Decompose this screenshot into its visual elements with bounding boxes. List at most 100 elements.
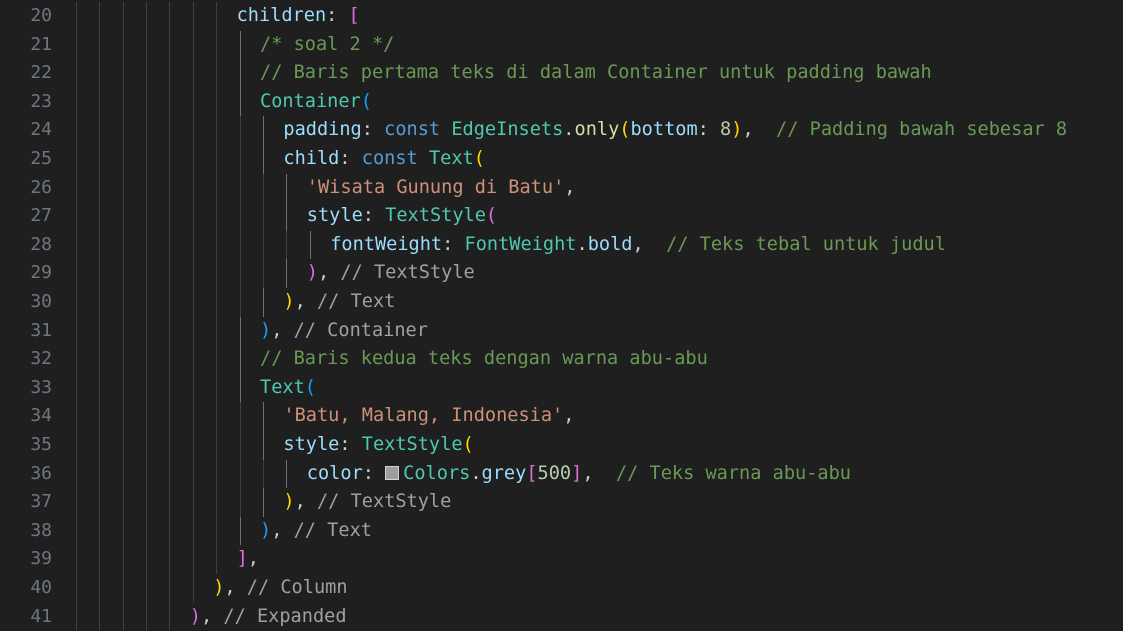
code-line[interactable]: 27 style: TextStyle( bbox=[0, 202, 1123, 231]
code-token: , bbox=[582, 462, 616, 484]
indent-guide bbox=[122, 373, 124, 403]
code-text: style: TextStyle( bbox=[307, 202, 497, 231]
indent-guide bbox=[169, 602, 171, 631]
indent-guide bbox=[169, 488, 171, 517]
indent-guide bbox=[286, 230, 288, 260]
line-number: 27 bbox=[30, 205, 52, 227]
indent-guide bbox=[216, 173, 218, 203]
code-token: bold bbox=[587, 233, 633, 255]
indent-guide bbox=[216, 116, 218, 145]
code-token: : bbox=[362, 462, 386, 484]
code-editor[interactable]: 20 children: [21/* soal 2 */22// Baris pe… bbox=[0, 0, 1123, 631]
indent-guide bbox=[122, 2, 124, 31]
indent-guide bbox=[216, 345, 218, 374]
line-number: 34 bbox=[30, 405, 52, 427]
code-token: , bbox=[247, 548, 259, 570]
code-line[interactable]: 30), // Text bbox=[0, 288, 1123, 317]
indent-guide bbox=[75, 2, 77, 31]
code-token: ) bbox=[213, 577, 225, 598]
code-token: Container bbox=[260, 90, 361, 112]
indent-guide bbox=[75, 316, 77, 346]
code-line[interactable]: 35 style: TextStyle( bbox=[0, 431, 1123, 460]
code-line[interactable]: 41), // Expanded bbox=[0, 602, 1123, 631]
code-line[interactable]: 36 color: Colors.grey[500], // Teks warna… bbox=[0, 459, 1123, 489]
line-number: 20 bbox=[30, 5, 52, 26]
indent-guide bbox=[169, 230, 171, 260]
code-line[interactable]: 26 'Wisata Gunung di Batu', bbox=[0, 173, 1123, 203]
indent-guide bbox=[122, 230, 124, 260]
code-token: // Expanded bbox=[223, 605, 347, 627]
code-token: , bbox=[294, 491, 317, 513]
indent-guide bbox=[169, 288, 171, 317]
code-line[interactable]: 25 child: const Text( bbox=[0, 145, 1123, 174]
code-line[interactable]: 21 /* soal 2 */ bbox=[0, 30, 1123, 60]
indent-guide bbox=[99, 202, 101, 231]
indent-guide bbox=[192, 230, 194, 260]
line-number: 23 bbox=[30, 90, 52, 112]
code-token: only bbox=[574, 119, 620, 141]
indent-guide bbox=[216, 59, 218, 88]
code-line[interactable]: 24 padding: const EdgeInsets.only(bottom:… bbox=[0, 116, 1123, 145]
indent-guide bbox=[75, 574, 77, 603]
indent-guide bbox=[263, 402, 264, 431]
code-line[interactable]: 34 'Batu, Malang, Indonesia', bbox=[0, 402, 1123, 431]
indent-guide bbox=[192, 345, 194, 374]
indent-guide bbox=[75, 402, 77, 431]
indent-guide bbox=[192, 145, 194, 174]
indent-guide bbox=[263, 459, 264, 489]
code-line[interactable]: 29), // TextStyle bbox=[0, 259, 1123, 288]
code-token: children bbox=[236, 5, 327, 26]
code-line[interactable]: 33 Text( bbox=[0, 373, 1123, 403]
code-line[interactable]: 40), // Column bbox=[0, 574, 1123, 603]
indent-guide bbox=[216, 2, 218, 31]
code-token: 500 bbox=[537, 462, 572, 484]
code-text: ], bbox=[237, 545, 259, 574]
indent-guide bbox=[122, 459, 124, 489]
indent-guide bbox=[122, 202, 124, 231]
indent-guide bbox=[122, 574, 124, 603]
indent-guide bbox=[216, 288, 218, 317]
code-line[interactable]: 20 children: [ bbox=[0, 2, 1123, 31]
code-token: // Padding bawah sebesar 8 bbox=[776, 119, 1068, 141]
indent-guide bbox=[239, 516, 241, 546]
indent-guide bbox=[216, 202, 218, 231]
indent-guide bbox=[263, 488, 264, 517]
code-line[interactable]: 22 // Baris pertama teks di dalam Contain… bbox=[0, 59, 1123, 88]
code-line[interactable]: 28 fontWeight: FontWeight.bold, // Teks t… bbox=[0, 230, 1123, 260]
indent-guide bbox=[146, 459, 147, 489]
indent-guide bbox=[216, 87, 218, 117]
indent-guide bbox=[99, 59, 101, 88]
indent-guide bbox=[239, 373, 241, 403]
indent-guide bbox=[122, 87, 124, 117]
indent-guide bbox=[169, 116, 171, 145]
indent-guide bbox=[263, 145, 264, 174]
code-line[interactable]: 32 // Baris kedua teks dengan warna abu-a… bbox=[0, 345, 1123, 374]
code-token: const bbox=[361, 148, 418, 169]
indent-guide bbox=[216, 259, 218, 288]
code-text: style: TextStyle( bbox=[283, 431, 473, 460]
line-number: 26 bbox=[30, 176, 52, 198]
code-line[interactable]: 23 Container( bbox=[0, 87, 1123, 117]
indent-guide bbox=[75, 116, 77, 145]
code-line[interactable]: 37), // TextStyle bbox=[0, 488, 1123, 517]
indent-guide bbox=[146, 316, 147, 346]
indent-guide bbox=[286, 202, 288, 231]
code-token: 'Wisata Gunung di Batu' bbox=[306, 176, 565, 198]
code-text: /* soal 2 */ bbox=[260, 31, 394, 60]
code-line[interactable]: 38), // Text bbox=[0, 516, 1123, 546]
code-text: Text( bbox=[260, 374, 316, 403]
code-token: ) bbox=[189, 605, 201, 627]
indent-guide bbox=[239, 230, 241, 260]
indent-guide bbox=[122, 402, 124, 431]
indent-guide bbox=[146, 145, 147, 174]
code-line[interactable]: 31), // Container bbox=[0, 316, 1123, 346]
code-token: [ bbox=[348, 5, 360, 26]
indent-guide bbox=[192, 288, 194, 317]
indent-guide bbox=[122, 288, 124, 317]
code-line[interactable]: 39], bbox=[0, 545, 1123, 574]
indent-guide bbox=[99, 173, 101, 203]
color-swatch-icon[interactable] bbox=[385, 465, 400, 480]
indent-guide bbox=[309, 230, 311, 260]
indent-guide bbox=[99, 545, 101, 574]
